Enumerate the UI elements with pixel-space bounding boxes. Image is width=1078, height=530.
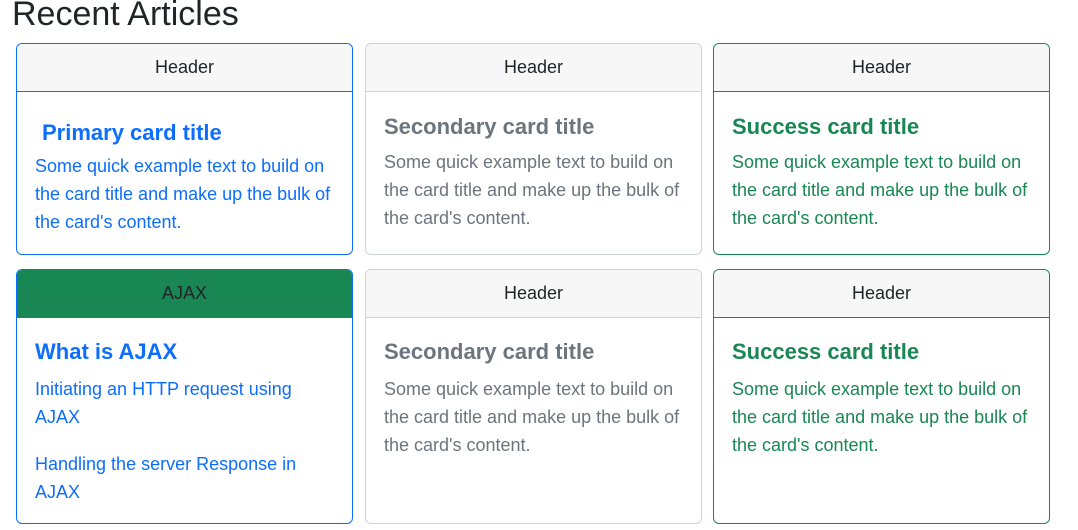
card-header: Header — [366, 44, 701, 92]
card-text: Some quick example text to build on the … — [35, 156, 331, 232]
card-text: Some quick example text to build on the … — [732, 152, 1028, 228]
card-header: Header — [714, 44, 1049, 92]
card-title: Primary card title — [42, 120, 222, 145]
card-success: Header Success card title Some quick exa… — [713, 43, 1050, 255]
card-title: Success card title — [732, 339, 920, 364]
article-link-initiating-request[interactable]: Initiating an HTTP request using AJAX — [35, 375, 334, 431]
card-ajax: AJAX What is AJAX Initiating an HTTP req… — [16, 269, 353, 524]
card-header: Header — [714, 270, 1049, 318]
card-title: What is AJAX — [35, 339, 178, 364]
card-title: Success card title — [732, 114, 920, 139]
article-link-handling-response[interactable]: Handling the server Response in AJAX — [35, 450, 334, 506]
card-title: Secondary card title — [384, 339, 595, 364]
card-secondary: Header Secondary card title Some quick e… — [365, 269, 702, 524]
card-success: Header Success card title Some quick exa… — [713, 269, 1050, 524]
card-header: AJAX — [17, 270, 352, 318]
card-text: Some quick example text to build on the … — [732, 379, 1028, 455]
card-text: Some quick example text to build on the … — [384, 379, 680, 455]
card-title: Secondary card title — [384, 114, 595, 139]
page-title: Recent Articles — [12, 0, 239, 33]
card-secondary: Header Secondary card title Some quick e… — [365, 43, 702, 255]
card-text: Some quick example text to build on the … — [384, 152, 680, 228]
card-header: Header — [17, 44, 352, 92]
card-header: Header — [366, 270, 701, 318]
card-primary: Header Primary card title Some quick exa… — [16, 43, 353, 255]
